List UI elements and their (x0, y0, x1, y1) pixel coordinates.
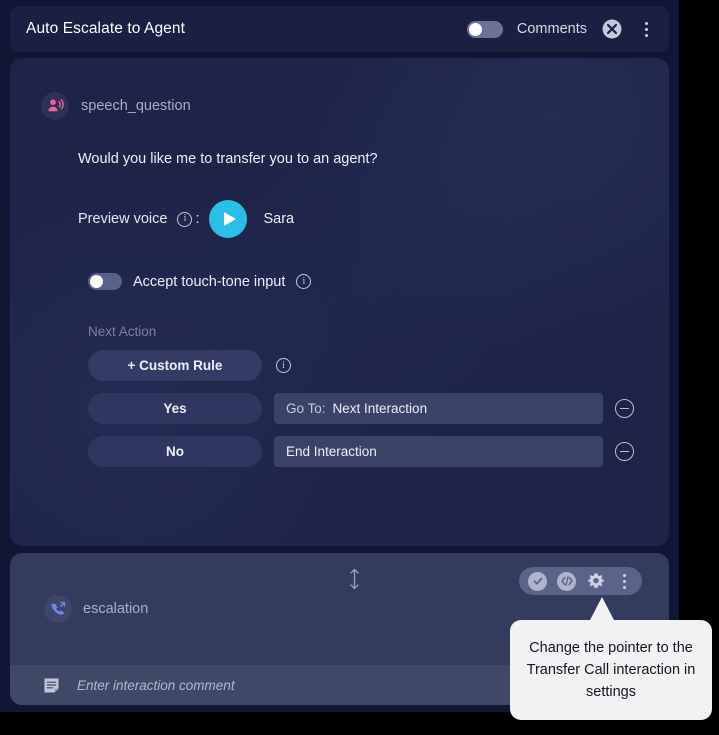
rule-target-value: End Interaction (286, 444, 377, 459)
kebab-dot (644, 21, 648, 25)
close-circle-glyph (602, 19, 622, 39)
interaction-card: speech_question Would you like me to tra… (10, 58, 669, 546)
comment-input[interactable]: Enter interaction comment (77, 678, 235, 693)
code-glyph (560, 576, 573, 586)
interaction-node-name: speech_question (81, 98, 191, 114)
kebab-dot (644, 33, 648, 37)
touch-tone-toggle[interactable] (88, 273, 122, 290)
kebab-menu-icon[interactable] (637, 19, 655, 39)
custom-rule-row: + Custom Rule i (10, 350, 669, 381)
speech-question-icon (41, 92, 69, 120)
gear-icon[interactable] (586, 572, 605, 591)
close-circle-icon[interactable] (601, 18, 623, 40)
phone-transfer-icon (44, 595, 72, 623)
check-circle-icon[interactable] (528, 571, 547, 591)
kebab-dot (622, 585, 626, 589)
escalation-node: escalation (44, 595, 148, 623)
touch-tone-row: Accept touch-tone input i (10, 273, 669, 290)
rule-condition-no[interactable]: No (88, 436, 262, 467)
rule-target-prefix: Go To: (286, 401, 326, 416)
voice-name: Sara (263, 211, 295, 227)
play-icon[interactable] (209, 200, 248, 238)
info-icon[interactable]: i (296, 274, 312, 289)
speech-question-glyph (48, 99, 64, 112)
info-icon[interactable]: i (177, 211, 193, 227)
minus-circle-icon[interactable] (615, 442, 634, 461)
code-icon[interactable] (557, 571, 576, 591)
resize-vertical-icon[interactable] (346, 567, 362, 591)
more-options-button[interactable] (615, 571, 633, 591)
gear-glyph (587, 573, 604, 588)
info-icon[interactable]: i (276, 358, 291, 373)
minus-bar (620, 450, 629, 453)
minus-bar (620, 407, 629, 410)
rule-row: Yes Go To: Next Interaction (10, 393, 669, 424)
rule-target-field-no[interactable]: End Interaction (274, 436, 603, 467)
note-icon (42, 676, 61, 695)
preview-voice-row: Preview voice i : Sara (10, 200, 669, 238)
header-actions: Comments (466, 18, 655, 40)
interaction-node-header: speech_question (10, 92, 669, 120)
preview-voice-label: Preview voice (78, 211, 168, 227)
next-action-label: Next Action (88, 324, 157, 339)
kebab-dot (622, 573, 626, 577)
prompt-text: Would you like me to transfer you to an … (78, 151, 378, 167)
window-header: Auto Escalate to Agent Comments (10, 6, 669, 52)
preview-voice-colon: : (195, 211, 200, 227)
tooltip-callout: Change the pointer to the Transfer Call … (510, 620, 712, 720)
rule-condition-yes[interactable]: Yes (88, 393, 262, 424)
check-glyph (533, 577, 542, 585)
kebab-dot (622, 579, 626, 583)
interaction-card-content: speech_question Would you like me to tra… (10, 58, 669, 467)
rule-row: No End Interaction (10, 436, 669, 467)
rule-target-field-yes[interactable]: Go To: Next Interaction (274, 393, 603, 424)
page-title: Auto Escalate to Agent (26, 20, 186, 37)
comments-label: Comments (516, 21, 587, 37)
add-custom-rule-button[interactable]: + Custom Rule (88, 350, 262, 381)
resize-vertical-glyph (349, 568, 359, 590)
tooltip-arrow (589, 597, 615, 622)
rule-target-value: Next Interaction (332, 401, 428, 416)
minus-circle-icon[interactable] (615, 399, 634, 418)
touch-tone-toggle-knob (90, 275, 103, 288)
comments-toggle[interactable] (466, 20, 503, 38)
comments-toggle-knob (468, 22, 482, 36)
escalation-node-name: escalation (83, 601, 149, 617)
touch-tone-label: Accept touch-tone input (133, 273, 286, 290)
app-root: Auto Escalate to Agent Comments speech_q… (0, 0, 719, 735)
escalation-toolbar (519, 567, 642, 595)
play-triangle (223, 212, 236, 226)
phone-transfer-glyph (51, 601, 66, 615)
kebab-dot (644, 27, 648, 31)
tooltip-text: Change the pointer to the Transfer Call … (526, 639, 696, 701)
note-glyph (44, 678, 59, 692)
